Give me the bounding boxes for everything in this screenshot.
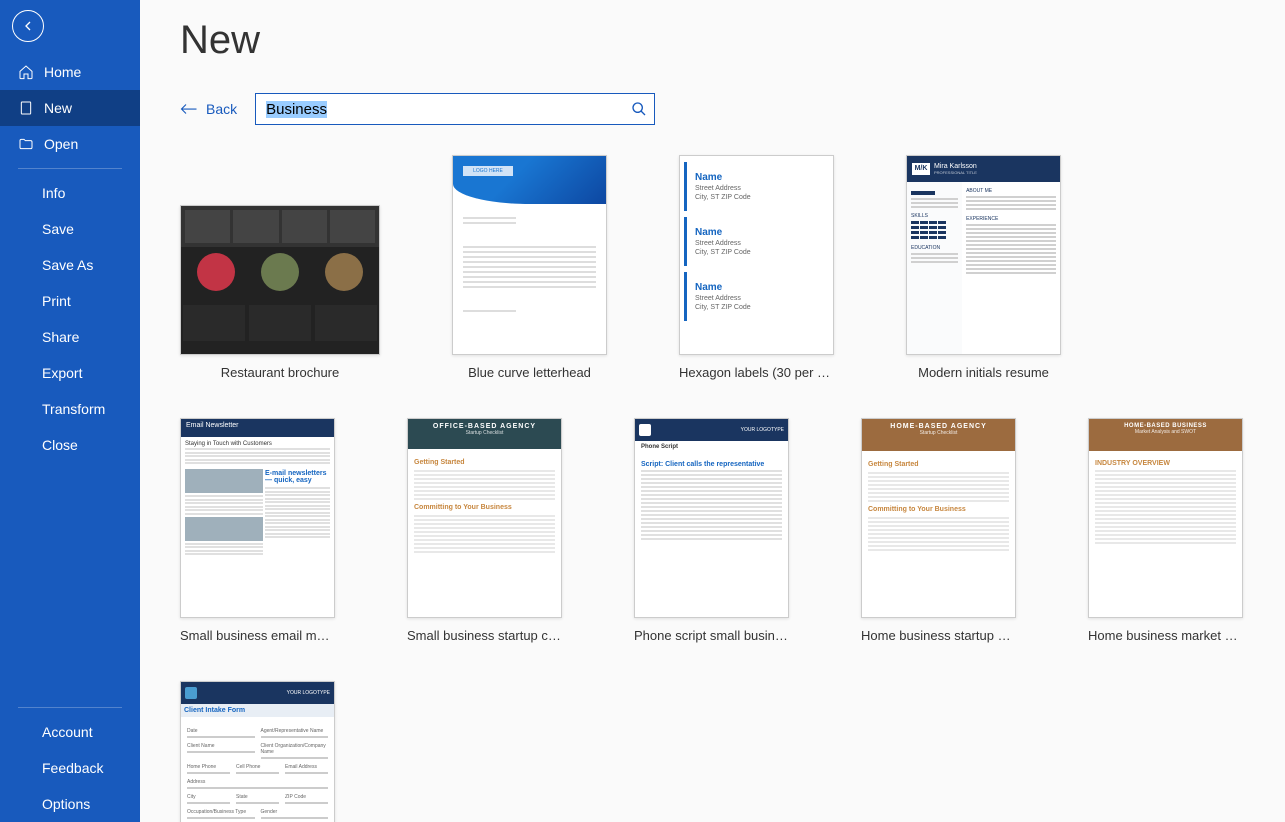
template-search-input[interactable] bbox=[255, 93, 655, 125]
nav-label: Home bbox=[44, 64, 81, 80]
nav-label: New bbox=[44, 100, 72, 116]
search-button[interactable] bbox=[627, 97, 651, 121]
open-icon bbox=[18, 136, 34, 152]
back-link-label: Back bbox=[206, 101, 237, 117]
nav-feedback[interactable]: Feedback bbox=[0, 750, 140, 786]
arrow-left-icon bbox=[180, 103, 198, 115]
nav-open[interactable]: Open bbox=[0, 126, 140, 162]
template-label: Small business email marketi… bbox=[180, 628, 335, 645]
arrow-left-icon bbox=[20, 18, 36, 34]
template-card[interactable]: OFFICE-BASED AGENCYStartup Checklist Get… bbox=[407, 418, 562, 645]
template-thumbnail: NameStreet AddressCity, ST ZIP Code Name… bbox=[679, 155, 834, 355]
template-card[interactable]: M/KMira KarlssonPROFESSIONAL TITLE SKILL… bbox=[906, 155, 1061, 382]
template-thumbnail: YOUR LOGOTYPE Client Intake Form DateAge… bbox=[180, 681, 335, 822]
nav-options[interactable]: Options bbox=[0, 786, 140, 822]
template-card[interactable]: HOME-BASED BUSINESSMarket Analysis and S… bbox=[1088, 418, 1243, 645]
search-container bbox=[255, 93, 655, 125]
page-title: New bbox=[180, 18, 1285, 63]
template-label: Blue curve letterhead bbox=[452, 365, 607, 382]
template-thumbnail: LOGO HERE bbox=[452, 155, 607, 355]
template-thumbnail: Email Newsletter Staying in Touch with C… bbox=[180, 418, 335, 618]
nav-info[interactable]: Info bbox=[0, 175, 140, 211]
template-card[interactable]: YOUR LOGOTYPE Client Intake Form DateAge… bbox=[180, 681, 335, 822]
template-grid: Restaurant brochure LOGO HERE Blue curve… bbox=[180, 155, 1285, 822]
nav-export[interactable]: Export bbox=[0, 355, 140, 391]
backstage-sidebar: Home New Open Info Save Save As Print Sh… bbox=[0, 0, 140, 822]
nav-label: Open bbox=[44, 136, 78, 152]
template-label: Small business startup checklist bbox=[407, 628, 562, 645]
nav-save-as[interactable]: Save As bbox=[0, 247, 140, 283]
nav-share[interactable]: Share bbox=[0, 319, 140, 355]
template-thumbnail: YOUR LOGOTYPE Phone Script Script: Clien… bbox=[634, 418, 789, 618]
divider bbox=[18, 168, 122, 169]
nav-save[interactable]: Save bbox=[0, 211, 140, 247]
template-card[interactable]: Email Newsletter Staying in Touch with C… bbox=[180, 418, 335, 645]
template-label: Hexagon labels (30 per page) bbox=[679, 365, 834, 382]
divider bbox=[18, 707, 122, 708]
template-label: Modern initials resume bbox=[906, 365, 1061, 382]
template-thumbnail: M/KMira KarlssonPROFESSIONAL TITLE SKILL… bbox=[906, 155, 1061, 355]
home-icon bbox=[18, 64, 34, 80]
back-link[interactable]: Back bbox=[180, 101, 237, 117]
nav-account[interactable]: Account bbox=[0, 714, 140, 750]
nav-transform[interactable]: Transform bbox=[0, 391, 140, 427]
template-card[interactable]: NameStreet AddressCity, ST ZIP Code Name… bbox=[679, 155, 834, 382]
template-card[interactable]: HOME-BASED AGENCYStartup Checklist Getti… bbox=[861, 418, 1016, 645]
template-label: Phone script small business bbox=[634, 628, 789, 645]
template-thumbnail: HOME-BASED AGENCYStartup Checklist Getti… bbox=[861, 418, 1016, 618]
nav-close[interactable]: Close bbox=[0, 427, 140, 463]
search-bar-row: Back bbox=[180, 93, 1285, 125]
nav-home[interactable]: Home bbox=[0, 54, 140, 90]
main-content: New Back Restaurant brochur bbox=[140, 0, 1285, 822]
back-button[interactable] bbox=[12, 10, 44, 42]
template-label: Restaurant brochure bbox=[180, 365, 380, 382]
template-thumbnail bbox=[180, 205, 380, 355]
template-thumbnail: OFFICE-BASED AGENCYStartup Checklist Get… bbox=[407, 418, 562, 618]
new-icon bbox=[18, 100, 34, 116]
template-label: Home business market analy… bbox=[1088, 628, 1243, 645]
search-icon bbox=[631, 101, 647, 117]
template-card[interactable]: LOGO HERE Blue curve letterhead bbox=[452, 155, 607, 382]
template-label: Home business startup check… bbox=[861, 628, 1016, 645]
template-card[interactable]: YOUR LOGOTYPE Phone Script Script: Clien… bbox=[634, 418, 789, 645]
nav-new[interactable]: New bbox=[0, 90, 140, 126]
nav-print[interactable]: Print bbox=[0, 283, 140, 319]
template-card[interactable]: Restaurant brochure bbox=[180, 155, 380, 382]
template-thumbnail: HOME-BASED BUSINESSMarket Analysis and S… bbox=[1088, 418, 1243, 618]
